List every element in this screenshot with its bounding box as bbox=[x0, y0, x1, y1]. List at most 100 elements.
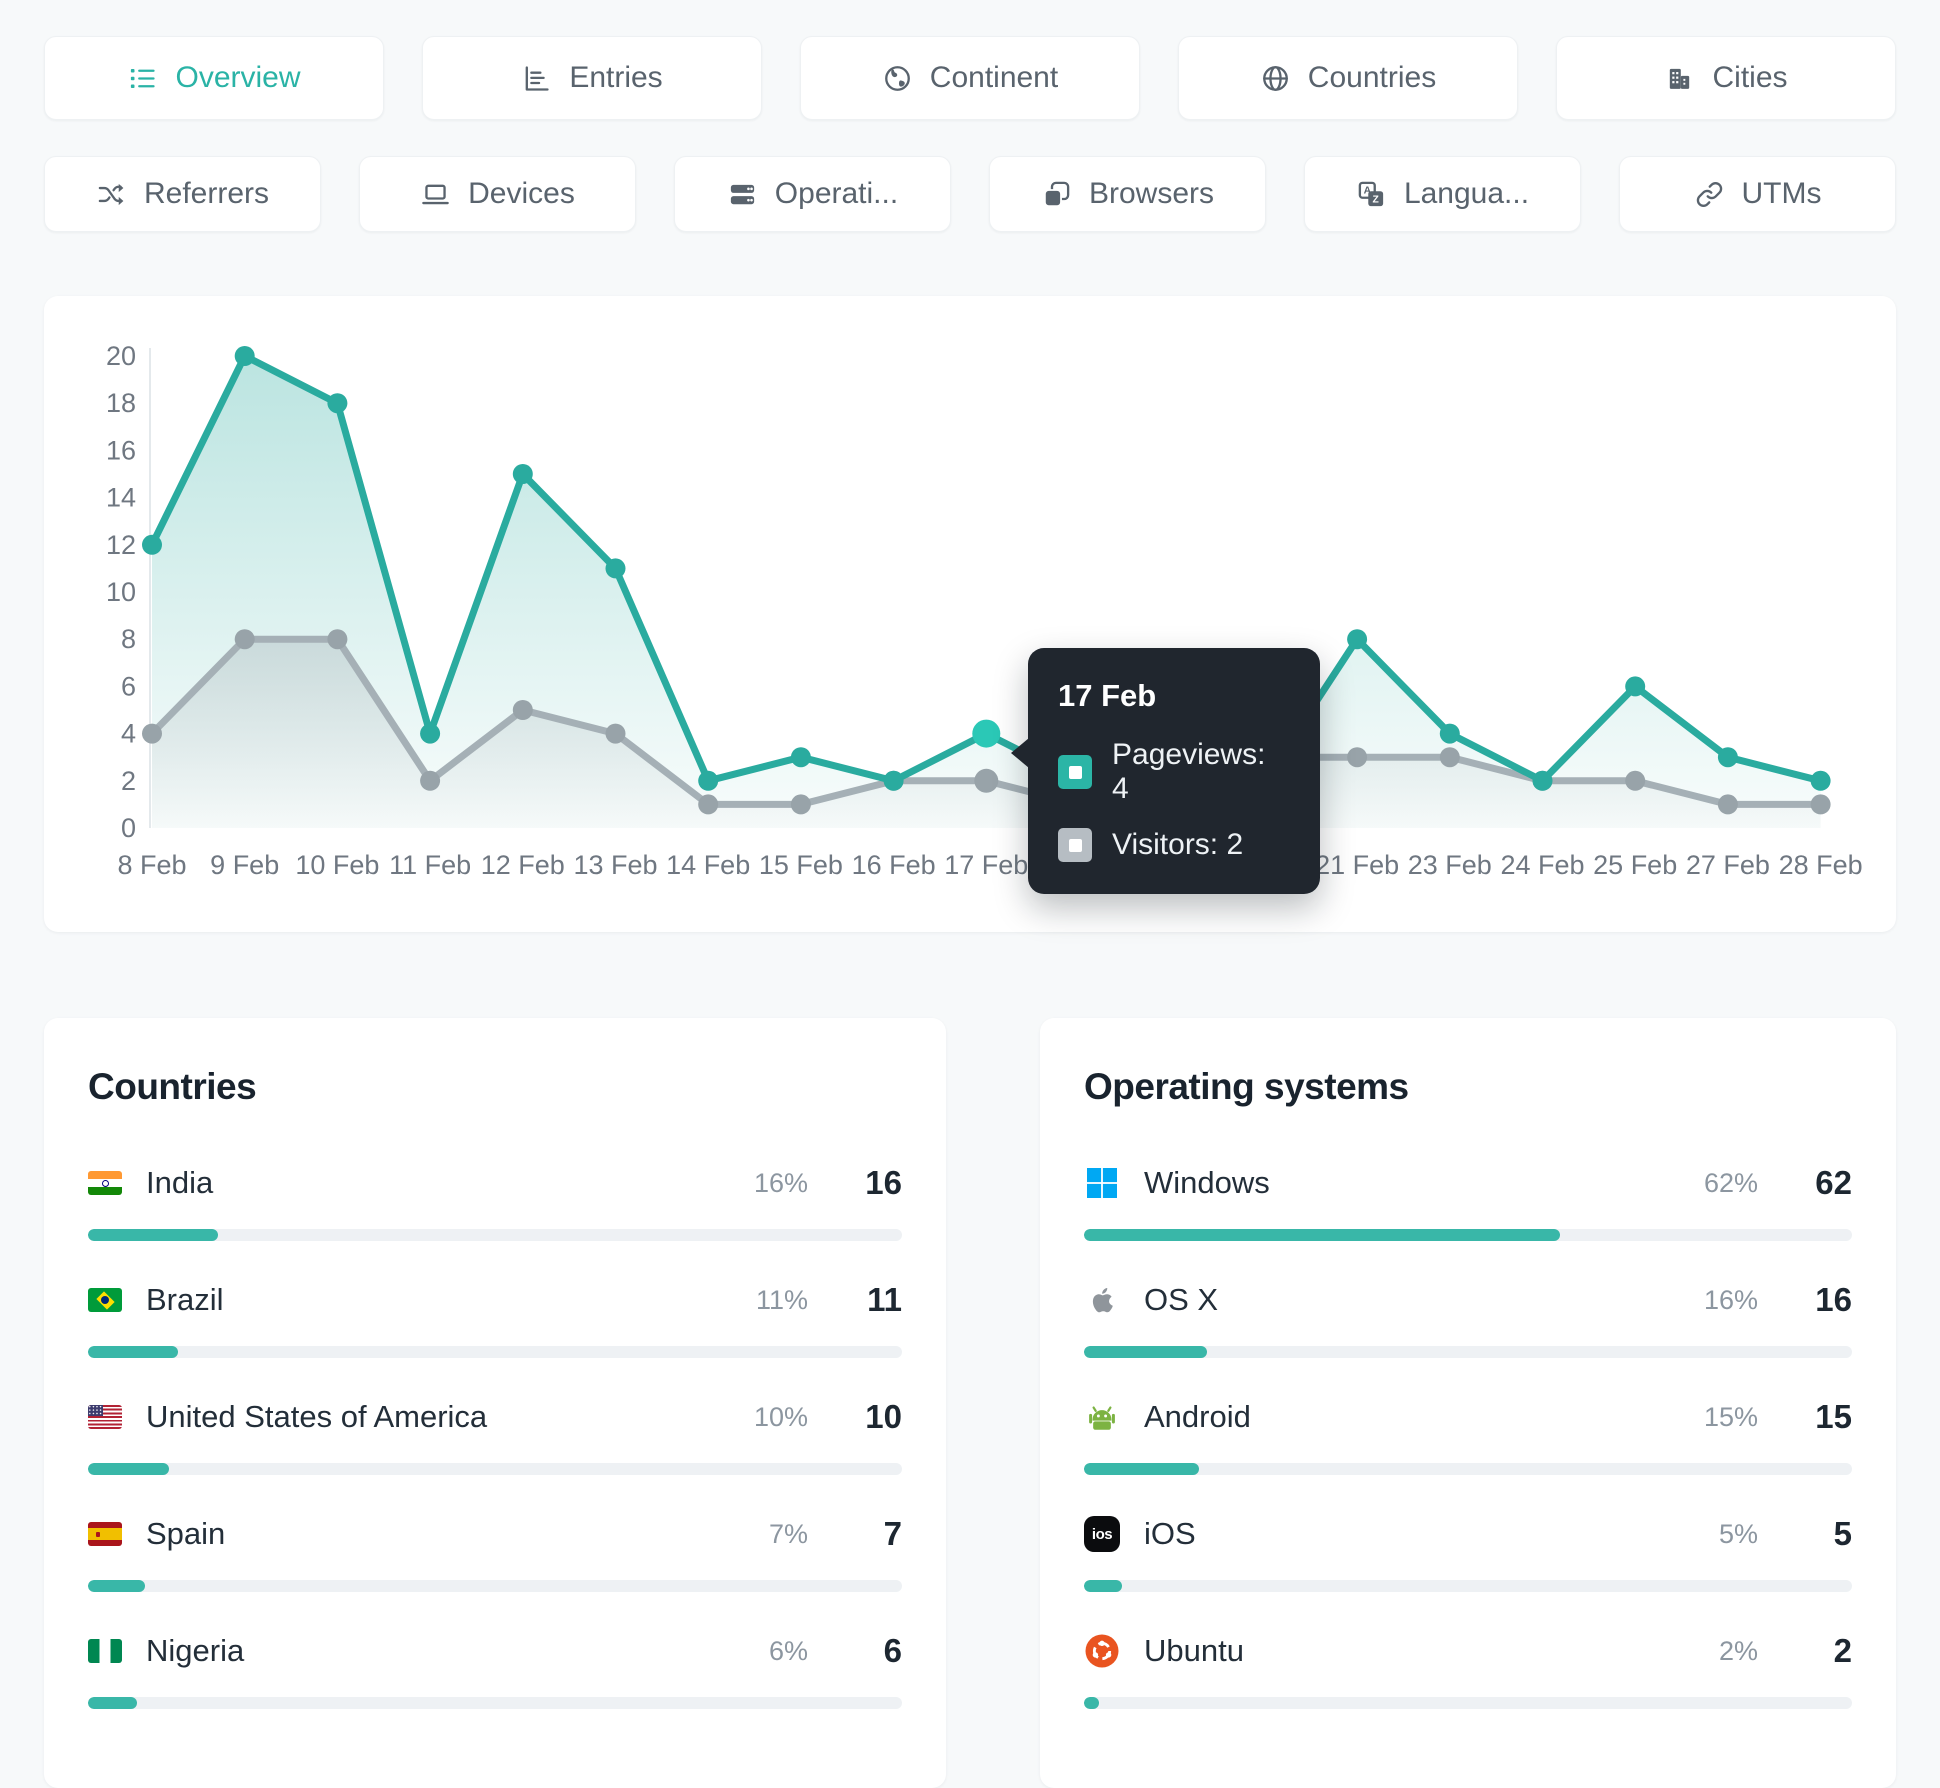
progress-fill bbox=[88, 1697, 137, 1709]
progress-fill bbox=[1084, 1697, 1100, 1709]
pageviews-point[interactable] bbox=[790, 747, 811, 768]
tab-label: Cities bbox=[1712, 61, 1788, 94]
visitors-point[interactable] bbox=[512, 700, 533, 720]
tab-label: Browsers bbox=[1088, 177, 1215, 210]
series-swatch-icon bbox=[1058, 755, 1092, 789]
tab-overview[interactable]: Overview bbox=[44, 36, 384, 120]
visitors-point[interactable] bbox=[1625, 770, 1646, 791]
utms-link-icon bbox=[1694, 179, 1725, 210]
row-count: 16 bbox=[865, 1164, 902, 1201]
visitors-point[interactable] bbox=[790, 794, 811, 815]
languages-translate-icon: AZ bbox=[1356, 179, 1387, 210]
os-server-icon bbox=[727, 179, 758, 210]
tooltip-date: 17 Feb bbox=[1058, 678, 1157, 713]
progress-fill bbox=[88, 1346, 178, 1358]
devices-laptop-icon bbox=[420, 179, 451, 210]
tooltip-row: Pageviews: 4 bbox=[1058, 738, 1290, 806]
visitors-point[interactable] bbox=[1810, 794, 1831, 815]
tab-label: Countries bbox=[1307, 61, 1437, 94]
tab-referrers[interactable]: Referrers bbox=[44, 156, 321, 232]
pageviews-point[interactable] bbox=[698, 770, 719, 791]
row-percent: 5% bbox=[1718, 1518, 1758, 1549]
tooltip-row: Visitors: 2 bbox=[1058, 828, 1290, 862]
x-tick-label: 14 Feb bbox=[666, 850, 750, 880]
breakdown-row: Nigeria 6% 6 bbox=[88, 1632, 902, 1709]
pageviews-point[interactable] bbox=[142, 534, 162, 555]
row-name: India bbox=[146, 1165, 214, 1200]
pageviews-point[interactable] bbox=[1810, 770, 1831, 791]
breakdown-row: Spain 7% 7 bbox=[88, 1515, 902, 1592]
breakdown-row: Windows 62% 62 bbox=[1084, 1164, 1852, 1241]
cities-buildings-icon bbox=[1664, 63, 1695, 94]
tab-continent[interactable]: Continent bbox=[800, 36, 1140, 120]
visitors-point[interactable] bbox=[234, 629, 255, 650]
y-tick-label: 18 bbox=[106, 388, 136, 418]
row-name: Nigeria bbox=[146, 1633, 245, 1668]
pageviews-point[interactable] bbox=[1439, 723, 1460, 744]
row-count: 7 bbox=[883, 1515, 902, 1552]
tab-langua[interactable]: A Z Langua... bbox=[1304, 156, 1581, 232]
pageviews-point[interactable] bbox=[420, 723, 441, 744]
x-tick-label: 8 Feb bbox=[117, 850, 186, 880]
progress-track bbox=[1084, 1346, 1852, 1358]
pageviews-point[interactable] bbox=[1625, 676, 1646, 697]
x-tick-label: 27 Feb bbox=[1686, 850, 1770, 880]
visitors-point[interactable] bbox=[974, 768, 999, 793]
breakdown-row: United States of America 10% 10 bbox=[88, 1398, 902, 1475]
traffic-chart-svg[interactable]: 0 2 4 6 8 10 12 14 16 18 20 8 Feb 9 Feb 10 Feb 11 Feb 1… bbox=[44, 296, 1896, 932]
breakdown-row: ios iOS 5% 5 bbox=[1084, 1515, 1852, 1592]
visitors-point[interactable] bbox=[605, 723, 626, 744]
countries-panel: Countries India 16% 16 Brazil 11% 11 United St… bbox=[44, 1018, 946, 1788]
progress-fill bbox=[88, 1580, 145, 1592]
visitors-point[interactable] bbox=[1439, 747, 1460, 768]
x-tick-label: 11 Feb bbox=[389, 850, 471, 880]
x-tick-label: 23 Feb bbox=[1408, 850, 1492, 880]
visitors-point[interactable] bbox=[420, 770, 441, 791]
visitors-point[interactable] bbox=[142, 723, 162, 744]
pageviews-point[interactable] bbox=[1717, 747, 1738, 768]
pageviews-point[interactable] bbox=[1347, 629, 1368, 650]
row-name: Ubuntu bbox=[1144, 1633, 1244, 1668]
visitors-point[interactable] bbox=[1717, 794, 1738, 815]
tab-browsers[interactable]: Browsers bbox=[989, 156, 1266, 232]
tab-cities[interactable]: Cities bbox=[1556, 36, 1896, 120]
row-count: 16 bbox=[1815, 1281, 1852, 1318]
breakdown-row: Brazil 11% 11 bbox=[88, 1281, 902, 1358]
tab-utms[interactable]: UTMs bbox=[1619, 156, 1896, 232]
traffic-chart[interactable]: 0 2 4 6 8 10 12 14 16 18 20 8 Feb 9 Feb 10 Feb 11 Feb 1… bbox=[44, 296, 1896, 932]
series-swatch-icon bbox=[1058, 828, 1092, 862]
pageviews-point[interactable] bbox=[327, 393, 348, 414]
tab-label: Operati... bbox=[774, 177, 899, 210]
progress-track bbox=[1084, 1580, 1852, 1592]
tab-label: Overview bbox=[175, 61, 301, 94]
visitors-point[interactable] bbox=[1347, 747, 1368, 768]
visitors-point[interactable] bbox=[327, 629, 348, 650]
row-percent: 15% bbox=[1703, 1401, 1758, 1432]
pageviews-point[interactable] bbox=[512, 464, 533, 484]
visitors-point[interactable] bbox=[698, 794, 719, 815]
continent-globe-icon bbox=[882, 63, 913, 94]
tab-row-primary: Overview Entries Continent Countries Cities bbox=[44, 36, 1896, 120]
x-tick-label: 16 Feb bbox=[852, 850, 936, 880]
pageviews-point[interactable] bbox=[883, 770, 904, 791]
pageviews-point[interactable] bbox=[605, 558, 626, 579]
row-percent: 16% bbox=[1703, 1284, 1758, 1315]
panel-title: Countries bbox=[88, 1066, 257, 1107]
tab-entries[interactable]: Entries bbox=[422, 36, 762, 120]
row-percent: 16% bbox=[753, 1167, 808, 1198]
pageviews-point[interactable] bbox=[1532, 770, 1553, 791]
y-tick-label: 20 bbox=[106, 341, 136, 371]
progress-track bbox=[88, 1346, 902, 1358]
progress-track bbox=[1084, 1229, 1852, 1241]
progress-fill bbox=[88, 1229, 219, 1241]
tab-operati[interactable]: Operati... bbox=[674, 156, 951, 232]
row-percent: 2% bbox=[1718, 1635, 1758, 1666]
breakdown-row: OS X 16% 16 bbox=[1084, 1281, 1852, 1358]
tab-label: Entries bbox=[569, 61, 663, 94]
tab-label: Langua... bbox=[1403, 177, 1530, 210]
pageviews-point-highlighted[interactable] bbox=[972, 719, 1001, 748]
progress-track bbox=[88, 1463, 902, 1475]
tab-devices[interactable]: Devices bbox=[359, 156, 636, 232]
tab-countries[interactable]: Countries bbox=[1178, 36, 1518, 120]
pageviews-point[interactable] bbox=[234, 346, 255, 366]
